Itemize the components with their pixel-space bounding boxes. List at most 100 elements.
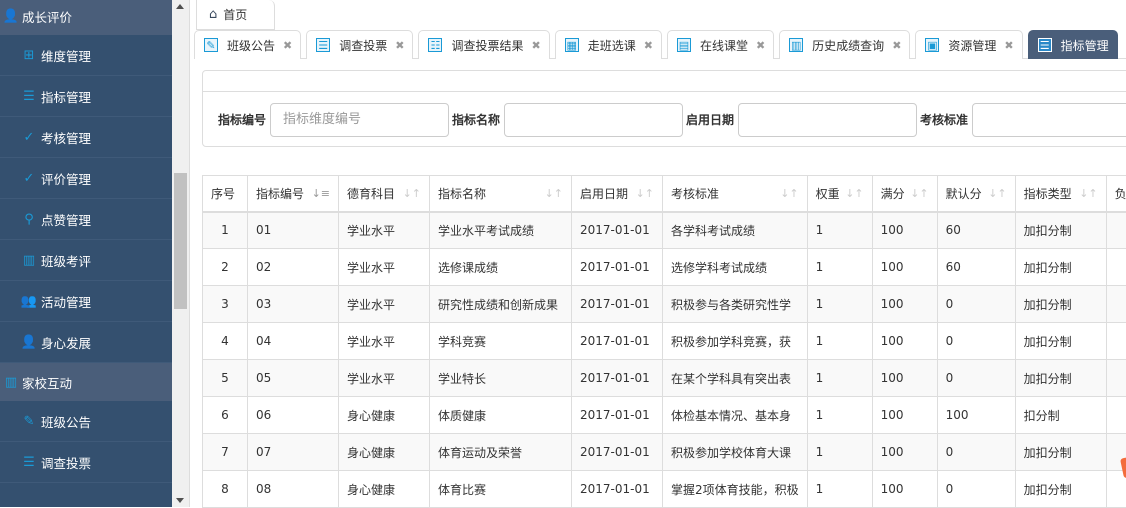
- column-header-indicator-type[interactable]: 指标类型↓↑: [1015, 176, 1106, 212]
- search-panel: 指标编号 指标名称 启用日期 考核标准: [202, 70, 1126, 147]
- cell-indicator-name: 学业特长: [430, 360, 572, 397]
- indicator-code-input[interactable]: [270, 103, 449, 137]
- check-icon: ✓: [20, 129, 38, 145]
- check-icon: ✓: [20, 170, 38, 186]
- column-header-enable-date[interactable]: 启用日期 ↓↑: [572, 176, 663, 212]
- cell-full-score: 100: [872, 323, 937, 360]
- column-header-indicator-code[interactable]: 指标编号 ↓≡: [248, 176, 339, 212]
- column-header-indicator-name[interactable]: 指标名称↓↑: [430, 176, 572, 212]
- list-icon: ☰: [1038, 38, 1052, 52]
- cell-index: 8: [203, 471, 248, 508]
- table-row[interactable]: 505学业水平学业特长2017-01-01在某个学科具有突出表11000加扣分制: [203, 360, 1126, 397]
- tab-label: 班级公告: [227, 37, 275, 54]
- sort-asc-icon[interactable]: ↓≡: [312, 187, 330, 200]
- column-header-full-score[interactable]: 满分 ↓↑: [872, 176, 937, 212]
- table-row[interactable]: 808身心健康体育比赛2017-01-01掌握2项体育技能，积极11000加扣分…: [203, 471, 1126, 508]
- column-header-label: 启用日期: [580, 187, 628, 201]
- column-header-label: 指标编号: [256, 187, 304, 201]
- cell-full-score: 100: [872, 434, 937, 471]
- table-row[interactable]: 707身心健康体育运动及荣誉2017-01-01积极参加学校体育大课11000加…: [203, 434, 1126, 471]
- tab-home[interactable]: ⌂ 首页: [196, 0, 275, 30]
- cell-moral-subject: 学业水平: [339, 323, 430, 360]
- column-header-weight[interactable]: 权重↓↑: [807, 176, 872, 212]
- tab-bar: ✎班级公告✖☰调查投票✖☷调查投票结果✖▦走班选课✖▤在线课堂✖▥历史成绩查询✖…: [194, 30, 1126, 59]
- tab-history-score-query[interactable]: ▥历史成绩查询✖: [779, 30, 910, 59]
- cell-default-score: 0: [937, 360, 1015, 397]
- cell-default-score: 60: [937, 249, 1015, 286]
- cell-enable-date: 2017-01-01: [572, 360, 663, 397]
- column-header-label: 满分: [881, 187, 905, 201]
- sidebar-item-assessment-management[interactable]: ✓ 考核管理: [0, 117, 172, 158]
- column-header-extra: 负: [1106, 176, 1126, 212]
- tab-resource-management[interactable]: ▣资源管理✖: [915, 30, 1022, 59]
- close-icon[interactable]: ✖: [283, 39, 292, 52]
- sidebar-item-class-assessment[interactable]: ▥ 班级考评: [0, 240, 172, 281]
- tab-indicator-management[interactable]: ☰指标管理: [1028, 30, 1118, 59]
- cell-full-score: 100: [872, 249, 937, 286]
- cell-assessment-standard: 掌握2项体育技能，积极: [663, 471, 808, 508]
- cell-indicator-type: 扣分制: [1015, 397, 1106, 434]
- sidebar-item-indicator-management[interactable]: ☰ 指标管理: [0, 76, 172, 117]
- sidebar-item-label: 点赞管理: [41, 210, 91, 229]
- cell-extra: [1106, 323, 1126, 360]
- close-icon[interactable]: ✖: [395, 39, 404, 52]
- close-icon[interactable]: ✖: [756, 39, 765, 52]
- cell-assessment-standard: 在某个学科具有突出表: [663, 360, 808, 397]
- sidebar-group-growth-evaluation[interactable]: 👤 成长评价: [0, 0, 172, 35]
- sort-icon[interactable]: ↓↑: [545, 187, 563, 200]
- cell-default-score: 0: [937, 471, 1015, 508]
- sort-icon[interactable]: ↓↑: [988, 187, 1006, 200]
- cell-indicator-name: 体育比赛: [430, 471, 572, 508]
- home-icon: ⌂: [209, 7, 217, 22]
- sort-icon[interactable]: ↓↑: [845, 187, 863, 200]
- tab-class-announcement[interactable]: ✎班级公告✖: [194, 30, 301, 59]
- cell-assessment-standard: 积极参与各类研究性学: [663, 286, 808, 323]
- column-header-assessment-standard[interactable]: 考核标准↓↑: [663, 176, 808, 212]
- tab-class-selection[interactable]: ▦走班选课✖: [555, 30, 662, 59]
- cell-full-score: 100: [872, 360, 937, 397]
- column-header-default-score[interactable]: 默认分↓↑: [937, 176, 1015, 212]
- sort-icon[interactable]: ↓↑: [910, 187, 928, 200]
- tab-survey-vote-result[interactable]: ☷调查投票结果✖: [418, 30, 549, 59]
- sidebar-group-home-school-interaction[interactable]: ▥ 家校互动: [0, 363, 172, 401]
- table-row[interactable]: 404学业水平学科竞赛2017-01-01积极参加学科竞赛，获11000加扣分制: [203, 323, 1126, 360]
- sidebar-item-label: 评价管理: [41, 169, 91, 188]
- sidebar-item-survey-vote[interactable]: ☰ 调查投票: [0, 442, 172, 483]
- scroll-up-icon[interactable]: [176, 4, 184, 9]
- sidebar-item-class-announcement[interactable]: ✎ 班级公告: [0, 401, 172, 442]
- cell-weight: 1: [807, 249, 872, 286]
- sidebar-item-label: 指标管理: [41, 87, 91, 106]
- column-header-moral-subject[interactable]: 德育科目↓↑: [339, 176, 430, 212]
- sort-icon[interactable]: ↓↑: [780, 187, 798, 200]
- close-icon[interactable]: ✖: [531, 39, 540, 52]
- users-icon: 👥: [20, 293, 38, 309]
- table-row[interactable]: 606身心健康体质健康2017-01-01体检基本情况、基本身1100100扣分…: [203, 397, 1126, 434]
- enable-date-input[interactable]: [738, 103, 917, 137]
- sidebar-item-dimension-management[interactable]: ⊞ 维度管理: [0, 35, 172, 76]
- assessment-standard-input[interactable]: [972, 103, 1126, 137]
- sort-icon[interactable]: ↓↑: [636, 187, 654, 200]
- cell-indicator-type: 加扣分制: [1015, 286, 1106, 323]
- table-row[interactable]: 101学业水平学业水平考试成绩2017-01-01各学科考试成绩110060加扣…: [203, 212, 1126, 249]
- sort-icon[interactable]: ↓↑: [1079, 187, 1097, 200]
- sidebar-item-like-management[interactable]: ⚲ 点赞管理: [0, 199, 172, 240]
- search-panel-header: [203, 71, 1126, 92]
- sidebar-item-activity-management[interactable]: 👥 活动管理: [0, 281, 172, 322]
- sidebar-item-physical-mental-development[interactable]: 👤 身心发展: [0, 322, 172, 363]
- sidebar-scrollbar[interactable]: [172, 0, 189, 507]
- sidebar-item-evaluation-management[interactable]: ✓ 评价管理: [0, 158, 172, 199]
- cell-weight: 1: [807, 323, 872, 360]
- tab-online-classroom[interactable]: ▤在线课堂✖: [667, 30, 774, 59]
- table-row[interactable]: 303学业水平研究性成绩和创新成果2017-01-01积极参与各类研究性学110…: [203, 286, 1126, 323]
- scroll-down-icon[interactable]: [176, 498, 184, 503]
- enable-date-label: 启用日期: [686, 111, 734, 128]
- sort-icon[interactable]: ↓↑: [403, 187, 421, 200]
- scrollbar-thumb[interactable]: [174, 173, 187, 309]
- cell-weight: 1: [807, 360, 872, 397]
- close-icon[interactable]: ✖: [1004, 39, 1013, 52]
- tab-survey-vote[interactable]: ☰调查投票✖: [306, 30, 413, 59]
- close-icon[interactable]: ✖: [892, 39, 901, 52]
- close-icon[interactable]: ✖: [644, 39, 653, 52]
- table-row[interactable]: 202学业水平选修课成绩2017-01-01选修学科考试成绩110060加扣分制: [203, 249, 1126, 286]
- indicator-name-input[interactable]: [504, 103, 683, 137]
